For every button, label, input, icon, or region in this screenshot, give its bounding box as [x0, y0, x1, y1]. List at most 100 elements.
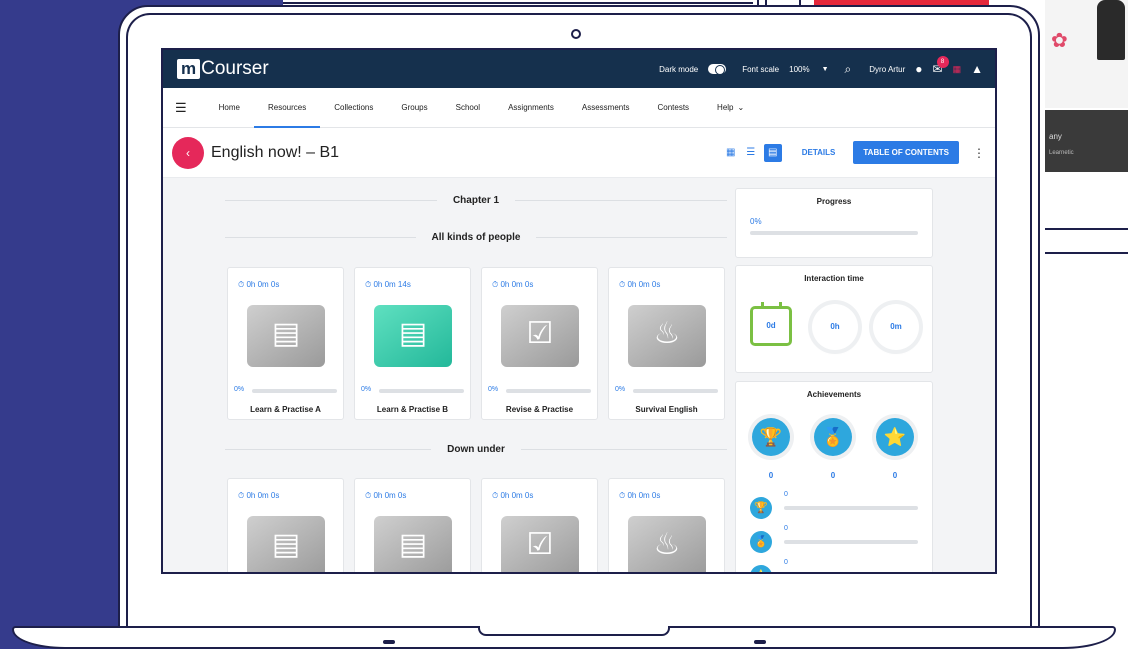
nav-help[interactable]: Help ⌄: [703, 88, 758, 127]
card-thumbnail: ♨: [625, 302, 709, 370]
camera-icon: [571, 29, 581, 39]
mail-icon[interactable]: ✉ 8: [933, 56, 949, 75]
check-magnifier-icon: ☑: [526, 317, 554, 350]
laptop-foot: [383, 640, 395, 644]
card-progress-bar: [633, 389, 718, 393]
search-icon[interactable]: ⌕: [845, 63, 852, 75]
chapter-heading: Chapter 1: [225, 190, 727, 210]
medal-small-icon: 🏅: [750, 531, 772, 553]
notes-icon: ▤: [271, 317, 301, 350]
font-scale-value: 100%: [789, 64, 810, 74]
app-screen: m Courser Dark mode Font scale 100% ▼ ⌕ …: [161, 48, 997, 574]
card-time: ⏱ 0h 0m 0s: [619, 280, 661, 289]
notes-icon: ▤: [398, 317, 428, 350]
page-header: ‹ English now! – B1 ▦ ☰ ▤ DETAILS TABLE …: [163, 128, 995, 178]
nav-school[interactable]: School: [442, 88, 494, 127]
dark-mode-toggle[interactable]: [708, 64, 727, 75]
trophy-count: 0: [768, 471, 774, 480]
card-time: ⏱ 0h 0m 14s: [365, 280, 411, 289]
card-progress-bar: [379, 389, 464, 393]
nav-assessments[interactable]: Assessments: [568, 88, 644, 127]
minutes-value: 0m: [890, 322, 902, 331]
hours-value: 0h: [830, 322, 840, 331]
days-value: 0d: [766, 321, 776, 330]
star-list-count: 0: [784, 559, 788, 566]
medal-list-count: 0: [784, 525, 788, 532]
card-time: ⏱ 0h 0m 0s: [492, 280, 534, 289]
resource-card[interactable]: ⏱ 0h 0m 0s ♨ 0% Survival English: [608, 267, 725, 420]
laptop-foot: [754, 640, 766, 644]
resource-card[interactable]: ⏱ 0h 0m 0s ☑: [481, 478, 598, 572]
notes-icon: ▤: [398, 528, 428, 561]
font-scale-select[interactable]: 100% ▼: [789, 65, 828, 74]
card-thumbnail: ▤: [244, 513, 328, 572]
card-time: ⏱ 0h 0m 0s: [238, 280, 280, 289]
minutes-circle: 0m: [873, 304, 919, 350]
resource-card[interactable]: ⏱ 0h 0m 0s ♨: [608, 478, 725, 572]
card-progress-value: 0%: [615, 386, 626, 393]
trophy-small-icon: 🏆: [750, 497, 772, 519]
nav-contests[interactable]: Contests: [643, 88, 703, 127]
tile-view-icon[interactable]: ▤: [763, 143, 782, 162]
star-icon: ⭐: [876, 418, 914, 456]
logo-mark: m: [177, 59, 201, 79]
section-title: Down under: [447, 443, 505, 455]
chapter-title: Chapter 1: [452, 194, 500, 206]
app-logo[interactable]: m Courser: [177, 58, 269, 80]
card-progress-value: 0%: [234, 386, 245, 393]
card-thumbnail: ▤: [371, 513, 455, 572]
card-label: Learn & Practise A: [250, 405, 321, 414]
menu-icon[interactable]: ☰: [175, 88, 187, 127]
medal-list-bar: [784, 540, 918, 544]
side-text: Learnetic: [1049, 150, 1074, 156]
nav-resources[interactable]: Resources: [254, 88, 321, 128]
dark-mode-label: Dark mode: [659, 64, 699, 74]
list-view-icon[interactable]: ☰: [744, 146, 758, 160]
page-title: English now! – B1: [211, 143, 340, 161]
more-options-icon[interactable]: ⋮: [973, 146, 985, 160]
medal-icon: 🏅: [814, 418, 852, 456]
flame-icon: ♨: [653, 317, 681, 350]
details-button[interactable]: DETAILS: [802, 148, 836, 157]
card-progress-value: 0%: [361, 386, 372, 393]
uk-flag-icon[interactable]: ▦: [953, 63, 962, 75]
card-thumbnail: ♨: [625, 513, 709, 572]
user-name[interactable]: Dyro Artur: [869, 65, 905, 74]
card-label: Survival English: [635, 405, 698, 414]
background-photo: ✿: [1045, 0, 1128, 108]
star-small-icon: ⭐: [750, 565, 772, 572]
card-thumbnail: ☑: [498, 513, 582, 572]
bell-icon[interactable]: ▲: [971, 63, 983, 75]
card-time: ⏱ 0h 0m 0s: [619, 491, 661, 500]
trophy-list-count: 0: [784, 491, 788, 498]
nav-home[interactable]: Home: [205, 88, 254, 127]
resource-card[interactable]: ⏱ 0h 0m 0s ▤: [227, 478, 344, 572]
back-button[interactable]: ‹: [172, 136, 204, 169]
logo-text: Courser: [201, 58, 269, 79]
card-time: ⏱ 0h 0m 0s: [492, 491, 534, 500]
caret-down-icon: ▼: [821, 65, 829, 73]
notification-badge: 8: [936, 56, 949, 68]
card-thumbnail: ▤: [371, 302, 455, 370]
user-icon[interactable]: ●: [915, 63, 922, 75]
nav-groups[interactable]: Groups: [387, 88, 441, 127]
nav-collections[interactable]: Collections: [320, 88, 387, 127]
card-label: Learn & Practise B: [376, 405, 449, 414]
background-frame: [1045, 228, 1128, 254]
card-thumbnail: ▤: [244, 302, 328, 370]
star-count: 0: [892, 471, 898, 480]
font-scale-label: Font scale: [742, 64, 780, 74]
card-progress-bar: [252, 389, 337, 393]
resource-card[interactable]: ⏱ 0h 0m 0s ▤: [354, 478, 471, 572]
card-progress-bar: [506, 389, 591, 393]
resource-card[interactable]: ⏱ 0h 0m 0s ▤ 0% Learn & Practise A: [227, 267, 344, 420]
main-nav: ☰ Home Resources Collections Groups Scho…: [163, 88, 995, 128]
nav-assignments[interactable]: Assignments: [494, 88, 568, 127]
grid-view-icon[interactable]: ▦: [724, 146, 738, 160]
section-heading: Down under: [225, 439, 727, 459]
resource-card[interactable]: ⏱ 0h 0m 0s ☑ 0% Revise & Practise: [481, 267, 598, 420]
resource-card[interactable]: ⏱ 0h 0m 14s ▤ 0% Learn & Practise B: [354, 267, 471, 420]
background-window-edge: [283, 0, 753, 4]
table-of-contents-button[interactable]: TABLE OF CONTENTS: [853, 141, 959, 164]
interaction-time-panel: Interaction time 0d 0h 0m: [735, 265, 933, 373]
